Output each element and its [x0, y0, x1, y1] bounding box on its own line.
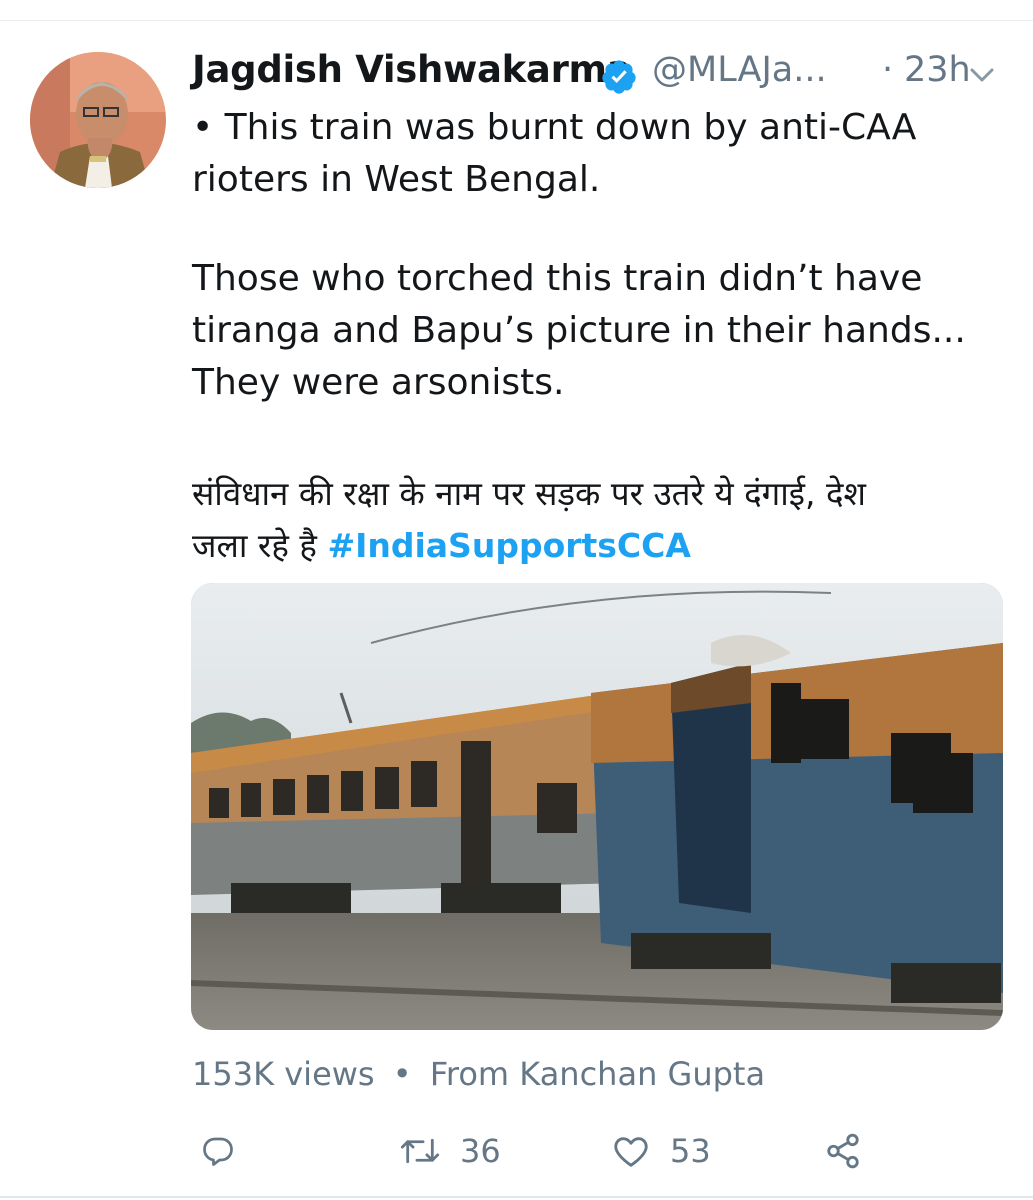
view-count: 153K views [192, 1055, 375, 1093]
top-divider [0, 20, 1033, 21]
tweet-paragraph-1: • This train was burnt down by anti-CAA … [192, 102, 1012, 206]
chevron-down-icon[interactable] [968, 64, 996, 86]
tweet-text-line: rioters in West Bengal. [192, 159, 601, 200]
reply-icon [200, 1133, 236, 1169]
tweet-paragraph-3: संविधान की रक्षा के नाम पर सड़क पर उतरे … [192, 468, 1012, 572]
bottom-divider [0, 1196, 1033, 1198]
like-button[interactable]: 53 [612, 1126, 711, 1176]
header-separator: · [882, 50, 894, 90]
tweet-text-line: संविधान की रक्षा के नाम पर सड़क पर उतरे … [192, 474, 866, 513]
verified-badge-icon [600, 58, 638, 96]
retweet-button[interactable]: 36 [400, 1126, 501, 1176]
retweet-count: 36 [460, 1132, 501, 1170]
tweet-text-line: जला रहे है #IndiaSupportsCCA [192, 520, 1012, 572]
like-count: 53 [670, 1132, 711, 1170]
author-name[interactable]: Jagdish Vishwakarma [192, 48, 632, 91]
author-handle[interactable]: @MLAJa... [652, 50, 827, 90]
tweet-text-line: • This train was burnt down by anti-CAA [192, 107, 917, 148]
tweet-header: Jagdish Vishwakarma @MLAJa... · 23h [192, 44, 1012, 104]
heart-icon [612, 1133, 650, 1169]
retweet-icon [400, 1134, 440, 1168]
share-button[interactable] [824, 1126, 862, 1176]
tweet-text-line: Those who torched this train didn’t have [192, 258, 923, 299]
tweet-text-line: tiranga and Bapu’s picture in their hand… [192, 310, 966, 351]
tweet-timestamp[interactable]: 23h [904, 50, 971, 90]
tweet-video[interactable] [191, 583, 1003, 1030]
tweet-text-line: They were arsonists. [192, 362, 565, 403]
reply-button[interactable] [200, 1126, 236, 1176]
tweet-text-fragment: जला रहे है [192, 526, 317, 565]
hashtag-link[interactable]: #IndiaSupportsCCA [327, 526, 690, 565]
tweet-actions: 36 53 [192, 1120, 1012, 1180]
avatar[interactable] [30, 52, 166, 188]
meta-bullet: • [392, 1055, 412, 1093]
attribution-link[interactable]: From Kanchan Gupta [430, 1055, 765, 1093]
tweet-meta: 153K views • From Kanchan Gupta [192, 1055, 773, 1093]
share-icon [824, 1132, 862, 1170]
tweet-paragraph-2: Those who torched this train didn’t have… [192, 253, 1012, 409]
